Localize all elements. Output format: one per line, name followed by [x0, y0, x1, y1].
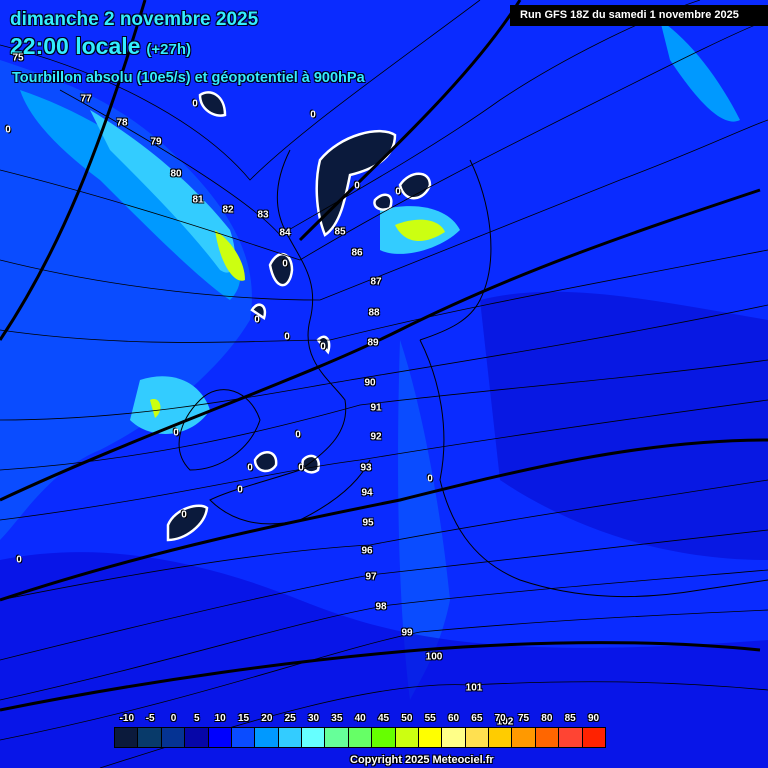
- contour-label: 81: [192, 194, 204, 206]
- legend-swatch: [395, 728, 419, 747]
- contour-label: 86: [351, 247, 363, 259]
- legend-swatch: [372, 728, 396, 747]
- forecast-offset: (+27h): [146, 41, 192, 58]
- zero-label: 0: [181, 509, 187, 521]
- legend-swatch: [512, 728, 536, 747]
- contour-label: 84: [279, 227, 291, 239]
- legend-label: 25: [284, 713, 296, 724]
- contour-label: 79: [150, 136, 162, 148]
- legend-label: 70: [494, 713, 506, 724]
- contour-label: 77: [80, 93, 92, 105]
- zero-label: 0: [16, 554, 22, 566]
- zero-label: 0: [284, 331, 290, 343]
- copyright: Copyright 2025 Meteociel.fr: [350, 754, 494, 766]
- legend-swatch: [115, 728, 139, 747]
- legend-label: 45: [377, 713, 390, 724]
- contour-label: 98: [375, 601, 387, 613]
- legend-label: 0: [170, 713, 177, 724]
- zero-label: 0: [354, 180, 360, 192]
- legend-labels: -10 -5 0 5 10 15 20 25 30 35 40 45 50 55 60 65 70 75 80 85 9…: [114, 713, 604, 727]
- contour-label: 75: [12, 52, 24, 64]
- legend-label: 75: [517, 713, 530, 724]
- contour-label: 87: [370, 276, 382, 288]
- legend-label: 65: [471, 713, 483, 724]
- legend-swatch: [231, 728, 256, 747]
- legend-swatch: [465, 728, 489, 747]
- legend-label: -10: [119, 713, 135, 724]
- legend-label: 10: [214, 713, 226, 724]
- legend-swatch: [442, 728, 466, 747]
- map-subtitle: Tourbillon absolu (10e5/s) et géopotenti…: [12, 70, 365, 86]
- zero-label: 0: [320, 341, 326, 353]
- legend-swatch: [208, 728, 232, 747]
- legend-swatch: [161, 728, 186, 747]
- contour-label: 94: [361, 487, 373, 499]
- contour-label: 85: [334, 226, 346, 238]
- legend-label: 50: [401, 713, 413, 724]
- color-legend: -10 -5 0 5 10 15 20 25 30 35 40 45 50 55 60 65 70 75 80 85 9…: [114, 713, 606, 748]
- zero-label: 0: [395, 186, 401, 198]
- legend-label: 60: [447, 713, 460, 724]
- zero-label: 0: [254, 314, 260, 326]
- zero-label: 0: [5, 124, 11, 136]
- legend-label: 15: [237, 713, 250, 724]
- run-info: Run GFS 18Z du samedi 1 novembre 2025: [510, 5, 768, 26]
- legend-swatch: [325, 728, 349, 747]
- contour-label: 97: [365, 571, 377, 583]
- legend-swatch: [418, 728, 443, 747]
- legend-swatch: [559, 728, 583, 747]
- contour-label: 80: [170, 168, 182, 180]
- legend-label: 90: [587, 713, 600, 724]
- zero-label: 0: [298, 462, 304, 474]
- legend-label: 55: [424, 713, 436, 724]
- zero-label: 0: [237, 484, 243, 496]
- legend-swatch: [302, 728, 326, 747]
- zero-label: 0: [247, 462, 253, 474]
- contour-label: 101: [465, 682, 483, 694]
- legend-swatch: [185, 728, 209, 747]
- legend-label: 30: [307, 713, 320, 724]
- legend-label: 5: [194, 713, 200, 724]
- local-time: 22:00 locale: [10, 33, 141, 59]
- legend-bar: [114, 727, 606, 748]
- zero-label: 0: [282, 258, 288, 270]
- contour-label: 78: [116, 117, 128, 129]
- forecast-date: dimanche 2 novembre 2025: [10, 9, 259, 30]
- contour-label: 83: [257, 209, 269, 221]
- zero-label: 0: [310, 109, 316, 121]
- zero-label: 0: [192, 98, 198, 110]
- legend-label: 80: [541, 713, 553, 724]
- contour-label: 90: [364, 377, 376, 389]
- contour-label: 91: [370, 402, 382, 414]
- contour-label: 100: [425, 651, 443, 663]
- legend-swatch: [489, 728, 513, 747]
- contour-label: 95: [362, 517, 374, 529]
- vorticity-map: [0, 0, 768, 768]
- zero-label: 0: [173, 427, 179, 439]
- legend-swatch: [348, 728, 373, 747]
- contour-label: 88: [368, 307, 380, 319]
- contour-label: 92: [370, 431, 382, 443]
- legend-label: -5: [145, 713, 155, 724]
- forecast-time: 22:00 locale (+27h): [10, 33, 191, 60]
- legend-label: 20: [261, 713, 273, 724]
- contour-label: 93: [360, 462, 372, 474]
- zero-label: 0: [295, 429, 301, 441]
- legend-swatch: [535, 728, 560, 747]
- legend-label: 40: [354, 713, 366, 724]
- contour-label: 89: [367, 337, 379, 349]
- zero-label: 0: [427, 473, 433, 485]
- contour-label: 99: [401, 627, 413, 639]
- contour-label: 96: [361, 545, 373, 557]
- legend-label: 85: [564, 713, 576, 724]
- legend-swatch: [278, 728, 302, 747]
- legend-swatch: [255, 728, 279, 747]
- legend-swatch: [138, 728, 162, 747]
- contour-label: 82: [222, 204, 234, 216]
- legend-label: 35: [331, 713, 343, 724]
- legend-swatch: [582, 728, 605, 747]
